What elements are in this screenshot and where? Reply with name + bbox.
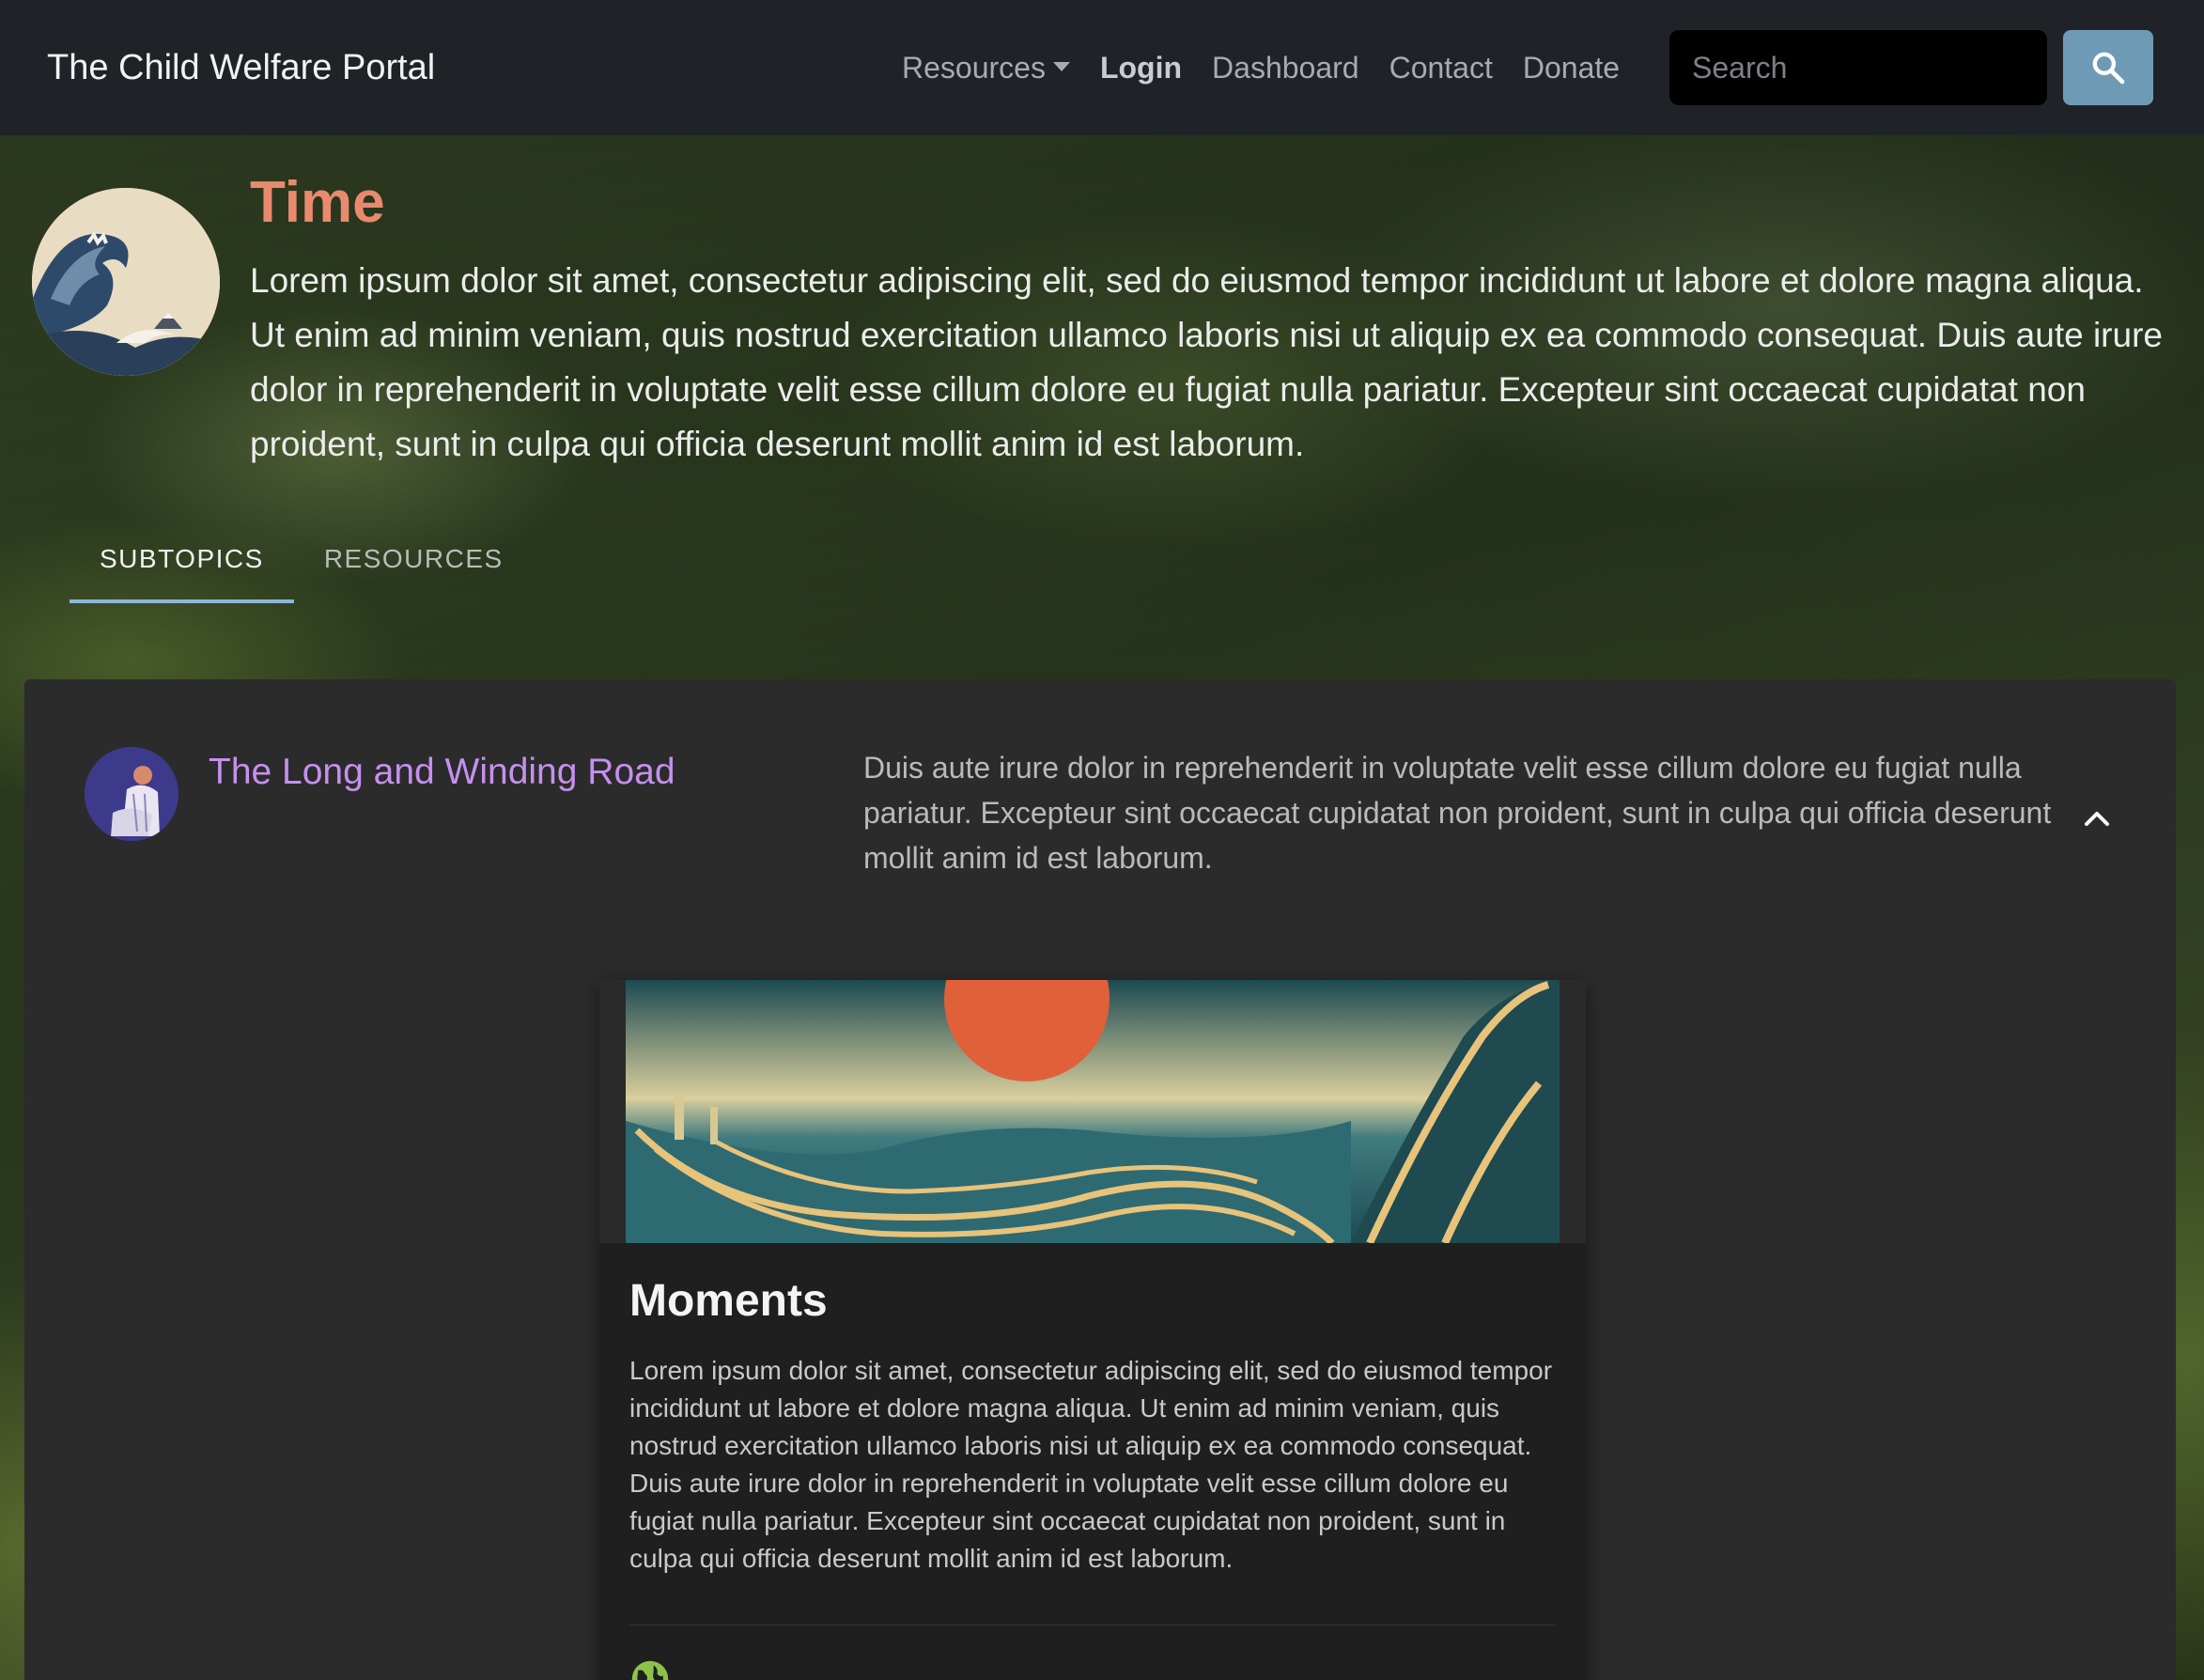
subtopic-portrait-image: [85, 747, 178, 841]
brand-link[interactable]: The Child Welfare Portal: [47, 48, 435, 88]
navbar: The Child Welfare Portal Resources Login…: [0, 0, 2204, 135]
globe-icon[interactable]: [629, 1658, 671, 1680]
card-text: Lorem ipsum dolor sit amet, consectetur …: [629, 1356, 1553, 1573]
search-input[interactable]: [1669, 30, 2047, 105]
nav-donate[interactable]: Donate: [1523, 51, 1620, 86]
subtopic-avatar: [85, 747, 178, 841]
resource-card: Moments Lorem ipsum dolor sit amet, cons…: [599, 980, 1586, 1680]
tab-resources[interactable]: RESOURCES: [294, 526, 534, 603]
nav-resources-label: Resources: [902, 50, 1046, 85]
caret-down-icon: [1052, 62, 1070, 72]
chevron-up-icon: [2085, 812, 2109, 826]
card-image: [599, 980, 1586, 1243]
nav-links: Resources Login Dashboard Contact Donate: [902, 0, 1620, 135]
tab-subtopics[interactable]: SUBTOPICS: [70, 526, 294, 603]
search-icon: [2092, 52, 2125, 85]
subtopic-title[interactable]: The Long and Winding Road: [209, 752, 675, 793]
search-button[interactable]: [2063, 30, 2153, 105]
topic-title: Time: [250, 170, 385, 235]
page: The Child Welfare Portal Resources Login…: [0, 0, 2204, 1680]
topic-description: Lorem ipsum dolor sit amet, consectetur …: [250, 261, 2163, 463]
great-wave-image: [32, 188, 220, 376]
nav-login[interactable]: Login: [1100, 51, 1182, 86]
card-divider: [629, 1625, 1556, 1626]
topic-avatar: [32, 188, 220, 376]
collapse-button[interactable]: [2071, 792, 2123, 845]
nav-resources-dropdown[interactable]: Resources: [902, 51, 1070, 86]
nav-contact[interactable]: Contact: [1389, 51, 1493, 86]
card-title: Moments: [629, 1276, 828, 1326]
subtopic-description: Duis aute irure dolor in reprehenderit i…: [863, 751, 2052, 875]
nav-dashboard[interactable]: Dashboard: [1212, 51, 1359, 86]
subtopics-panel: The Long and Winding Road Duis aute irur…: [24, 679, 2176, 1680]
topic-tabs: SUBTOPICS RESOURCES: [70, 526, 534, 603]
